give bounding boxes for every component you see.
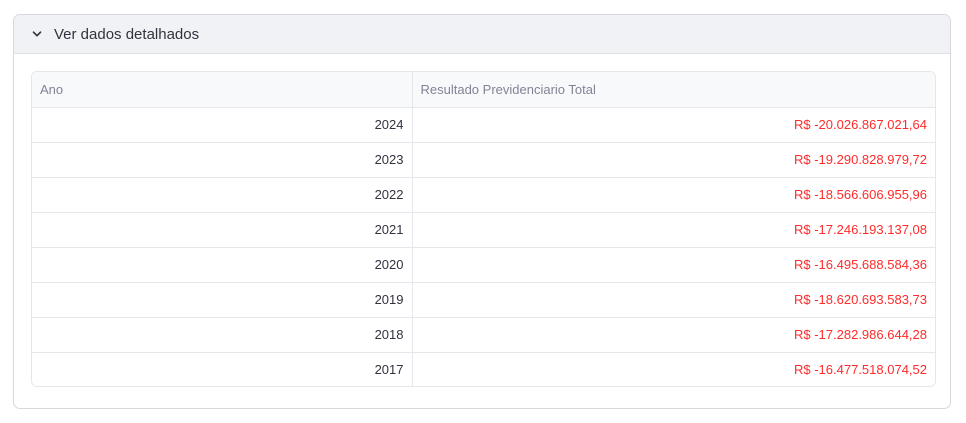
column-header-resultado[interactable]: Resultado Previdenciario Total (412, 72, 935, 108)
expander-toggle[interactable]: Ver dados detalhados (14, 15, 950, 54)
cell-ano[interactable]: 2019 (32, 282, 413, 318)
cell-ano[interactable]: 2024 (32, 107, 413, 143)
table-row: 2023 R$ -19.290.828.979,72 (32, 142, 935, 178)
table-row: 2020 R$ -16.495.688.584,36 (32, 247, 935, 283)
chevron-down-icon (30, 27, 44, 41)
expander-title: Ver dados detalhados (54, 25, 200, 43)
table-row: 2017 R$ -16.477.518.074,52 (32, 352, 935, 386)
cell-resultado[interactable]: R$ -16.495.688.584,36 (412, 247, 935, 283)
cell-ano[interactable]: 2017 (32, 352, 413, 386)
column-header-ano[interactable]: Ano (32, 72, 413, 108)
cell-resultado[interactable]: R$ -18.566.606.955,96 (412, 177, 935, 213)
table-row: 2019 R$ -18.620.693.583,73 (32, 282, 935, 318)
cell-resultado[interactable]: R$ -17.282.986.644,28 (412, 317, 935, 353)
table-row: 2024 R$ -20.026.867.021,64 (32, 107, 935, 143)
cell-resultado[interactable]: R$ -17.246.193.137,08 (412, 212, 935, 248)
cell-ano[interactable]: 2022 (32, 177, 413, 213)
data-table: Ano Resultado Previdenciario Total 2024 … (31, 71, 936, 387)
cell-resultado[interactable]: R$ -18.620.693.583,73 (412, 282, 935, 318)
table-row: 2021 R$ -17.246.193.137,08 (32, 212, 935, 248)
table-row: 2018 R$ -17.282.986.644,28 (32, 317, 935, 353)
cell-ano[interactable]: 2018 (32, 317, 413, 353)
cell-resultado[interactable]: R$ -20.026.867.021,64 (412, 107, 935, 143)
table-header-row: Ano Resultado Previdenciario Total (32, 72, 935, 108)
cell-ano[interactable]: 2020 (32, 247, 413, 283)
cell-resultado[interactable]: R$ -19.290.828.979,72 (412, 142, 935, 178)
table-row: 2022 R$ -18.566.606.955,96 (32, 177, 935, 213)
cell-ano[interactable]: 2023 (32, 142, 413, 178)
details-expander: Ver dados detalhados Ano Resultado Previ… (13, 14, 951, 409)
cell-resultado[interactable]: R$ -16.477.518.074,52 (412, 352, 935, 386)
cell-ano[interactable]: 2021 (32, 212, 413, 248)
